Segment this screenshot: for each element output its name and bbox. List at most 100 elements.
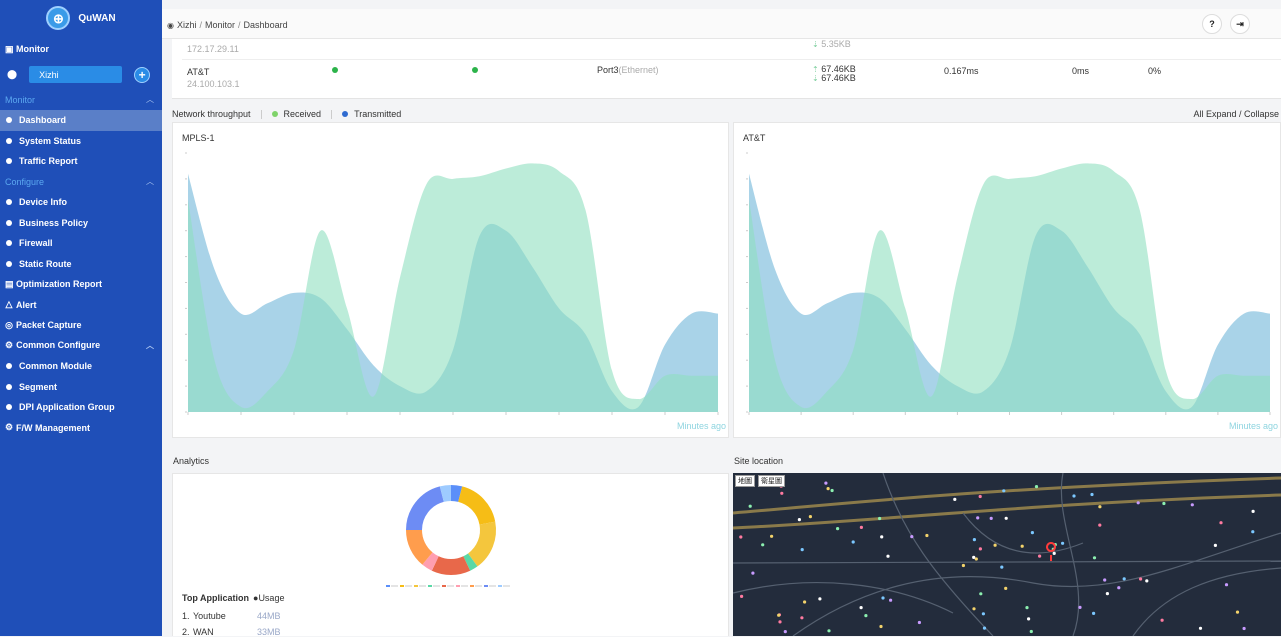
map-poi-icon[interactable] (953, 497, 957, 501)
legend-swatch[interactable] (414, 585, 418, 587)
map-poi-icon[interactable] (879, 624, 883, 629)
donut-slice[interactable] (422, 552, 439, 571)
legend-swatch[interactable] (456, 585, 460, 587)
donut-slice[interactable] (457, 486, 496, 526)
donut-slice[interactable] (406, 529, 433, 565)
legend-swatch[interactable] (470, 585, 474, 587)
map-poi-icon[interactable] (1030, 531, 1034, 535)
map-poi-icon[interactable] (751, 571, 755, 575)
map-canvas[interactable] (733, 473, 1281, 636)
sidebar-item-dpi-application-group[interactable]: DPI Application Group (0, 397, 162, 418)
map-poi-icon[interactable] (1061, 541, 1065, 545)
donut-slice[interactable] (406, 486, 445, 531)
site-map[interactable]: 地圖 衛星圖 (733, 473, 1281, 636)
map-poi-icon[interactable] (830, 488, 834, 493)
sidebar-item-system-status[interactable]: System Status (0, 131, 162, 152)
map-poi-icon[interactable] (1025, 606, 1029, 610)
map-poi-icon[interactable] (989, 516, 993, 520)
map-poi-icon[interactable] (978, 494, 982, 499)
map-poi-icon[interactable] (770, 534, 774, 538)
map-poi-icon[interactable] (981, 612, 985, 616)
map-poi-icon[interactable] (1251, 530, 1255, 534)
map-poi-icon[interactable] (1224, 583, 1229, 587)
map-poi-icon[interactable] (972, 607, 976, 611)
legend-swatch[interactable] (428, 585, 432, 587)
map-poi-icon[interactable] (1027, 617, 1031, 621)
legend-received[interactable]: Received (284, 109, 322, 119)
map-poi-icon[interactable] (993, 543, 997, 547)
sidebar-item-segment[interactable]: Segment (0, 377, 162, 398)
map-poi-icon[interactable] (1090, 492, 1094, 497)
map-poi-icon[interactable] (889, 598, 893, 602)
map-poi-icon[interactable] (972, 555, 976, 559)
map-poi-icon[interactable] (800, 548, 804, 552)
map-poi-icon[interactable] (1092, 556, 1097, 560)
map-poi-icon[interactable] (780, 491, 784, 495)
map-poi-icon[interactable] (917, 620, 921, 625)
map-poi-icon[interactable] (836, 527, 840, 531)
map-poi-icon[interactable] (818, 597, 822, 601)
legend-swatch[interactable] (484, 585, 488, 587)
map-poi-icon[interactable] (800, 616, 804, 620)
breadcrumb-item[interactable]: Monitor (205, 20, 235, 30)
sidebar-item-alert[interactable]: △ Alert (0, 295, 162, 316)
map-poi-icon[interactable] (748, 504, 752, 508)
sidebar-item-common-module[interactable]: Common Module (0, 356, 162, 377)
map-poi-icon[interactable] (1034, 485, 1039, 489)
legend-swatch[interactable] (442, 585, 446, 587)
map-type-tab-map[interactable]: 地圖 (735, 475, 755, 487)
map-poi-icon[interactable] (1136, 501, 1140, 505)
map-poi-icon[interactable] (1139, 577, 1143, 581)
map-poi-icon[interactable] (925, 533, 929, 538)
map-poi-icon[interactable] (1098, 523, 1102, 527)
map-poi-icon[interactable] (1162, 501, 1166, 506)
map-poi-icon[interactable] (978, 547, 982, 551)
map-poi-icon[interactable] (881, 596, 885, 600)
sidebar-item-packet-capture[interactable]: ◎ Packet Capture (0, 315, 162, 336)
site-select[interactable]: Xizhi (29, 66, 123, 83)
map-poi-icon[interactable] (1000, 565, 1004, 569)
map-poi-icon[interactable] (1160, 618, 1164, 622)
map-poi-icon[interactable] (886, 554, 890, 558)
donut-slice[interactable] (467, 521, 496, 567)
sidebar-item-traffic-report[interactable]: Traffic Report (0, 151, 162, 172)
sidebar-item-dashboard[interactable]: Dashboard (0, 110, 162, 131)
map-poi-icon[interactable] (1092, 611, 1096, 615)
map-poi-icon[interactable] (761, 543, 765, 547)
sidebar-monitor-header[interactable]: ▣ Monitor (0, 39, 162, 60)
map-poi-icon[interactable] (808, 515, 812, 519)
help-icon[interactable]: ? (1202, 14, 1222, 34)
map-poi-icon[interactable] (777, 613, 781, 617)
section-configure[interactable]: Configure ︿ (0, 172, 162, 193)
map-poi-icon[interactable] (859, 525, 863, 529)
legend-swatch[interactable] (498, 585, 502, 587)
map-poi-icon[interactable] (851, 540, 855, 544)
map-poi-icon[interactable] (1029, 629, 1033, 634)
map-poi-icon[interactable] (1235, 610, 1240, 614)
map-type-tab-satellite[interactable]: 衛星圖 (758, 475, 785, 487)
sidebar-item-fw-management[interactable]: ⚙ F/W Management (0, 418, 162, 439)
add-site-button[interactable]: + (134, 66, 151, 83)
legend-transmitted[interactable]: Transmitted (354, 109, 401, 119)
map-poi-icon[interactable] (1078, 605, 1082, 609)
map-poi-icon[interactable] (1020, 544, 1024, 548)
sidebar-item-optimization-report[interactable]: ▤ Optimization Report (0, 274, 162, 295)
map-poi-icon[interactable] (1145, 579, 1149, 583)
map-poi-icon[interactable] (740, 594, 744, 598)
logout-icon[interactable]: ⇥ (1230, 14, 1250, 34)
legend-swatch[interactable] (400, 585, 404, 587)
map-poi-icon[interactable] (1052, 551, 1056, 555)
map-poi-icon[interactable] (1072, 494, 1076, 498)
breadcrumb-item[interactable]: Xizhi (177, 20, 197, 30)
sidebar-item-firewall[interactable]: Firewall (0, 233, 162, 254)
map-poi-icon[interactable] (878, 516, 882, 521)
section-monitor[interactable]: Monitor ︿ (0, 90, 162, 111)
map-poi-icon[interactable] (827, 629, 831, 633)
sidebar-item-common-configure[interactable]: ⚙ Common Configure ︿ (0, 336, 162, 357)
map-poi-icon[interactable] (1038, 554, 1042, 558)
map-poi-icon[interactable] (778, 620, 782, 624)
map-poi-icon[interactable] (803, 600, 807, 604)
map-poi-icon[interactable] (797, 518, 801, 522)
donut-slice[interactable] (450, 485, 463, 502)
map-poi-icon[interactable] (972, 538, 976, 542)
